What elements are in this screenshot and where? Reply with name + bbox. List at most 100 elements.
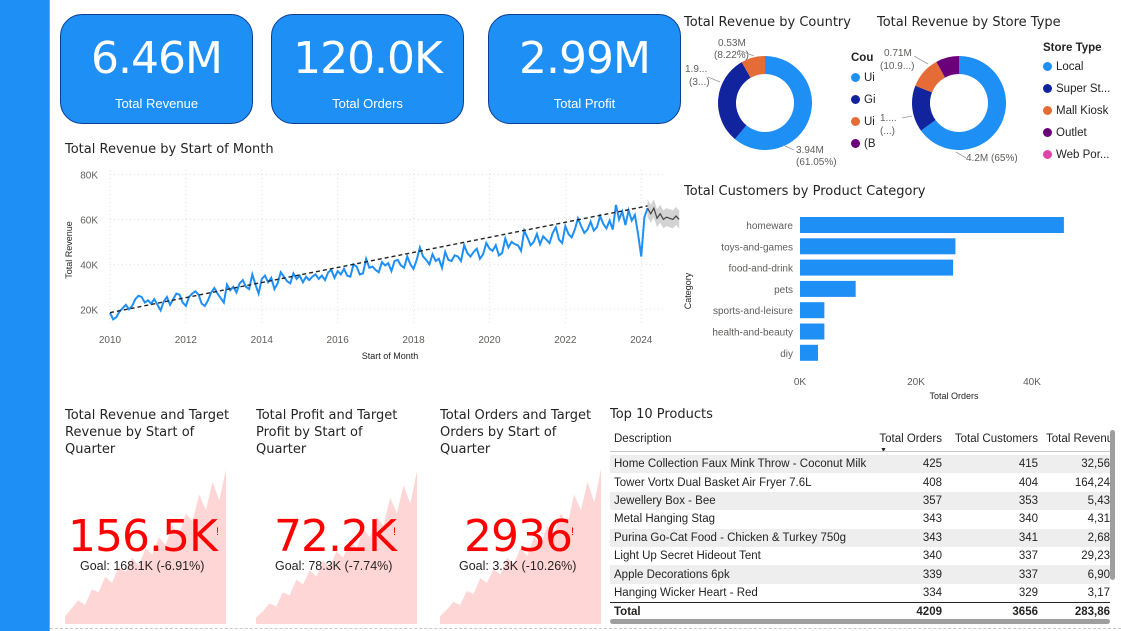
legend-dot — [851, 139, 860, 148]
y-tick-label: 40K — [80, 260, 98, 271]
table-horizontal-scrollbar[interactable] — [610, 619, 1110, 624]
store-legend-item[interactable]: Super St... — [1043, 83, 1110, 95]
country-donut-chart[interactable]: 0.53M (8.22%) 1.9... (3...) 3.94M (61.05… — [680, 34, 850, 174]
bar[interactable] — [800, 280, 856, 297]
gauge-revenue-alert: ! — [216, 526, 220, 538]
store-label-small: 0.71M — [884, 48, 912, 59]
category-label: pets — [774, 285, 793, 296]
category-label: toys-and-games — [721, 242, 793, 253]
page-bottom-divider — [50, 628, 1121, 629]
kpi-label: Total Profit — [553, 96, 616, 111]
col-header-total-revenue[interactable]: Total Revenue — [1042, 427, 1110, 451]
line-x-ticks: 2010 2012 2014 2016 2018 2020 2022 2024 — [99, 335, 653, 346]
legend-dot — [1043, 128, 1052, 137]
bar[interactable] — [800, 344, 818, 361]
x-tick-label: 2014 — [251, 335, 274, 346]
line-y-ticks: 20K 40K 60K 80K — [80, 170, 98, 316]
table-row[interactable]: Home Collection Faux Mink Throw - Coconu… — [610, 455, 1110, 474]
gauge-profit-title: Total Profit and Target Profit by Start … — [256, 408, 398, 457]
gauge-orders-title: Total Orders and Target Orders by Start … — [440, 408, 592, 457]
trend-line — [109, 205, 648, 314]
store-legend-item[interactable]: Outlet — [1043, 127, 1087, 139]
col-header-total-orders[interactable]: Total Orders ▼ — [874, 427, 946, 451]
category-label: food-and-drink — [729, 264, 794, 275]
table-row[interactable]: Apple Decorations 6pk3393376,900.0 — [610, 565, 1110, 584]
category-label: diy — [780, 349, 793, 360]
legend-dot — [851, 95, 860, 104]
bar[interactable] — [800, 323, 825, 340]
gauge-revenue-value: 156.5K — [68, 511, 218, 562]
table-row[interactable]: Hanging Wicker Heart - Red3343293,172.5 — [610, 584, 1110, 602]
x-tick-label: 2024 — [630, 335, 653, 346]
y-tick-label: 60K — [80, 215, 98, 226]
y-tick-label: 20K — [80, 305, 98, 316]
x-tick-label: 2016 — [327, 335, 350, 346]
forecast-band — [647, 199, 680, 229]
kpi-value: 6.46M — [91, 33, 223, 84]
store-label-small-pct: (10.9...) — [880, 61, 914, 72]
store-legend-item[interactable]: Web Por... — [1043, 149, 1109, 161]
line-x-axis-title: Start of Month — [362, 351, 419, 361]
top-products-table-wrap[interactable]: Description Total Orders ▼ Total Customer… — [610, 427, 1110, 619]
legend-dot — [1043, 150, 1052, 159]
table-row[interactable]: Light Up Secret Hideout Tent34033729,238… — [610, 547, 1110, 565]
table-vertical-scrollbar[interactable] — [1110, 430, 1115, 580]
store-legend-item[interactable]: Local — [1043, 61, 1084, 73]
bar-x-ticks: 0K 20K 40K — [794, 377, 1041, 388]
bar[interactable] — [800, 302, 825, 319]
x-tick-label: 40K — [1023, 377, 1041, 388]
line-grid — [109, 170, 664, 325]
gauge-orders-goal: Goal: 3.3K (-10.26%) — [459, 559, 577, 573]
category-bar-chart[interactable]: homeware toys-and-games food-and-drink pets… — [680, 205, 1100, 405]
gauge-revenue-goal: Goal: 168.1K (-6.91%) — [80, 559, 205, 573]
store-label-mid: 1.... — [880, 113, 897, 124]
table-row[interactable]: Metal Hanging Stag3433404,317.0 — [610, 510, 1110, 528]
x-tick-label: 2018 — [402, 335, 425, 346]
kpi-card-total-revenue: 6.46M Total Revenue — [60, 14, 253, 124]
gauge-orders-alert: ! — [571, 526, 575, 538]
y-tick-label: 80K — [80, 170, 98, 181]
legend-dot — [851, 73, 860, 82]
legend-dot — [1043, 84, 1052, 93]
country-label-mid: 1.9... — [685, 64, 707, 75]
gauge-profit-goal: Goal: 78.3K (-7.74%) — [275, 559, 393, 573]
gauge-profit-value: 72.2K — [274, 511, 397, 562]
sort-desc-icon: ▼ — [880, 446, 887, 452]
store-donut-title: Total Revenue by Store Type — [877, 15, 1061, 30]
country-label-mid-pct: (3...) — [689, 77, 710, 88]
col-header-total-customers[interactable]: Total Customers — [946, 427, 1042, 451]
legend-dot — [1043, 62, 1052, 71]
x-tick-label: 2010 — [99, 335, 122, 346]
category-labels: homeware toys-and-games food-and-drink pets… — [712, 221, 794, 360]
country-donut-title: Total Revenue by Country — [684, 15, 851, 30]
x-tick-label: 2020 — [478, 335, 501, 346]
country-label-small: 0.53M — [718, 38, 746, 49]
store-legend-item[interactable]: Mall Kiosk — [1043, 105, 1108, 117]
x-tick-label: 0K — [794, 377, 807, 388]
line-y-axis-title: Total Revenue — [64, 221, 74, 279]
category-label: health-and-beauty — [712, 328, 793, 339]
legend-dot — [851, 117, 860, 126]
kpi-value: 2.99M — [519, 33, 651, 84]
table-row[interactable]: Purina Go-Cat Food - Chicken & Turkey 75… — [610, 528, 1110, 547]
line-chart-title: Total Revenue by Start of Month — [65, 142, 274, 157]
col-header-description[interactable]: Description — [610, 427, 874, 451]
table-row[interactable]: Jewellery Box - Bee3573535,432.0 — [610, 491, 1110, 511]
bar[interactable] — [800, 259, 954, 276]
store-legend-title: Store Type — [1043, 42, 1102, 54]
revenue-line-chart[interactable]: 20K 40K 60K 80K 2010 2012 2014 2016 2018 2020 202… — [60, 160, 680, 366]
nav-sidebar — [0, 0, 50, 631]
bar-y-axis-title: Category — [683, 272, 693, 309]
gauge-profit-alert: ! — [393, 526, 397, 538]
store-donut-chart[interactable]: 0.71M (10.9...) 1.... (...) 4.2M (65%) — [872, 34, 1042, 174]
store-label-mid-pct: (...) — [880, 126, 895, 137]
bar[interactable] — [800, 217, 1064, 233]
bars — [800, 217, 1064, 361]
x-tick-label: 2012 — [175, 335, 198, 346]
country-donut-slices — [718, 56, 812, 150]
country-legend-title: Cou — [851, 52, 874, 64]
table-row[interactable]: Tower Vortx Dual Basket Air Fryer 7.6L 40… — [610, 473, 1110, 491]
legend-dot — [1043, 106, 1052, 115]
gauge-orders-value: 2936 — [464, 511, 573, 562]
bar[interactable] — [800, 238, 956, 255]
